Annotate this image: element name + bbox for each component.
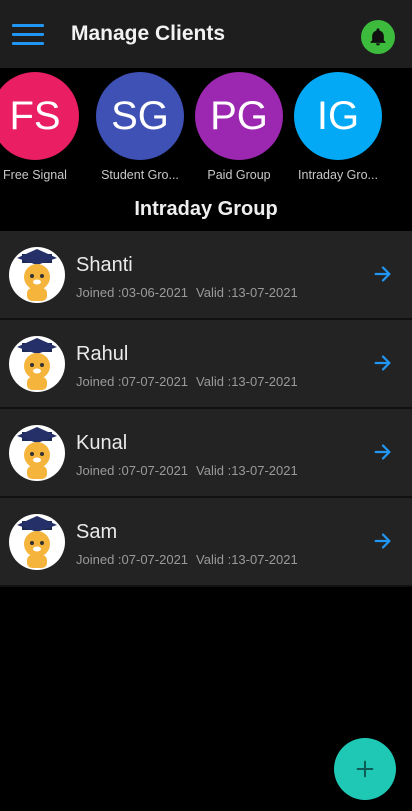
cat-avatar [9,514,65,570]
group-avatar: SG [96,72,184,160]
arrow-right-icon[interactable] [372,352,394,374]
page-title: Manage Clients [71,22,226,45]
bell-icon [370,28,386,46]
section-title: Intraday Group [134,198,278,220]
arrow-right-icon[interactable] [372,530,394,552]
cat-avatar [9,336,65,392]
group-avatar: IG [294,72,382,160]
client-row[interactable]: Rahul Joined :07-07-2021 Valid :13-07-202… [0,320,412,409]
client-row[interactable]: Sam Joined :07-07-2021 Valid :13-07-2021 [0,498,412,587]
group-label: Free Signal [3,168,67,182]
arrow-right-icon[interactable] [372,441,394,463]
group-label: Student Gro... [101,168,179,182]
client-dates: Joined :07-07-2021 Valid :13-07-2021 [76,463,298,478]
client-list: Shanti Joined :03-06-2021 Valid :13-07-20… [0,231,412,587]
cat-avatar [9,247,65,303]
joined-date: Joined :03-06-2021 [76,285,189,300]
client-name: Rahul [76,343,129,365]
plus-icon [356,760,374,778]
joined-date: Joined :07-07-2021 [76,463,189,478]
app-bar: Manage Clients [0,0,412,68]
client-dates: Joined :03-06-2021 Valid :13-07-2021 [76,285,298,300]
client-name: Kunal [76,432,128,454]
joined-date: Joined :07-07-2021 [76,374,189,389]
client-row[interactable]: Shanti Joined :03-06-2021 Valid :13-07-20… [0,231,412,320]
cat-avatar [9,425,65,481]
group-student[interactable]: SG Student Gro... [94,72,186,182]
menu-icon[interactable] [12,24,44,46]
group-label: Intraday Gro... [298,168,378,182]
valid-date: Valid :13-07-2021 [196,285,298,300]
valid-date: Valid :13-07-2021 [196,374,298,389]
arrow-right-icon[interactable] [372,263,394,285]
client-name: Shanti [76,254,133,276]
group-label: Paid Group [207,168,271,182]
client-dates: Joined :07-07-2021 Valid :13-07-2021 [76,374,298,389]
notification-button[interactable] [361,20,395,54]
group-carousel: FS Free Signal SG Student Gro... PG Paid… [0,68,412,190]
client-dates: Joined :07-07-2021 Valid :13-07-2021 [76,552,298,567]
client-name: Sam [76,521,118,543]
group-free-signal[interactable]: FS Free Signal [0,72,81,182]
valid-date: Valid :13-07-2021 [196,463,298,478]
group-avatar: PG [195,72,283,160]
valid-date: Valid :13-07-2021 [196,552,298,567]
add-client-button[interactable] [334,738,396,800]
group-intraday[interactable]: IG Intraday Gro... [292,72,384,182]
joined-date: Joined :07-07-2021 [76,552,189,567]
group-paid[interactable]: PG Paid Group [193,72,285,182]
group-avatar: FS [0,72,79,160]
client-row[interactable]: Kunal Joined :07-07-2021 Valid :13-07-202… [0,409,412,498]
